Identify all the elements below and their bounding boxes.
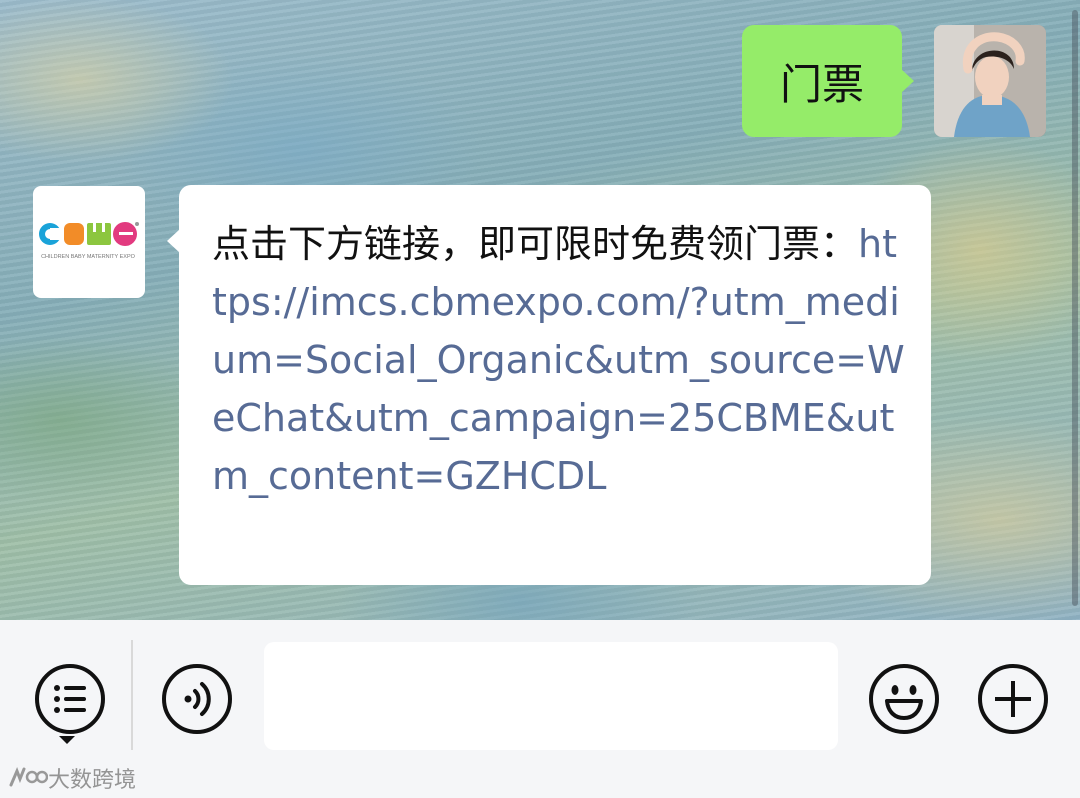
- user-avatar[interactable]: [934, 25, 1046, 137]
- outgoing-message-text: 门票: [779, 59, 864, 109]
- plus-icon[interactable]: [978, 664, 1048, 734]
- menu-caret-icon: [59, 736, 75, 744]
- cbme-logo-icon: CHILDREN BABY MATERNITY EXPO: [39, 222, 139, 260]
- voice-icon[interactable]: [162, 664, 232, 734]
- emoji-icon[interactable]: [869, 664, 939, 734]
- message-input[interactable]: [264, 642, 838, 750]
- watermark-text: 大数跨境: [48, 768, 137, 793]
- chat-scrollbar[interactable]: [1072, 10, 1078, 606]
- menu-list-glyph: [54, 685, 86, 713]
- menu-divider: [131, 640, 133, 750]
- menu-icon[interactable]: [35, 664, 105, 734]
- outgoing-message-bubble[interactable]: 门票: [742, 25, 914, 137]
- plus-glyph: [995, 681, 1031, 717]
- input-bar: 大数跨境: [0, 620, 1080, 798]
- voice-wave-glyph: [184, 682, 211, 716]
- user-photo-icon: [934, 25, 1046, 137]
- chat-background: 门票 CHILDREN BABY MATERNITY EXPO 点击下方链接，即…: [0, 0, 1080, 620]
- cbme-logo-subtext: CHILDREN BABY MATERNITY EXPO: [41, 254, 136, 260]
- incoming-message-text: 点击下方链接，即可限时免费领门票：: [212, 222, 859, 266]
- smile-face-glyph: [885, 685, 923, 720]
- watermark: 大数跨境: [8, 762, 136, 794]
- cbme-avatar[interactable]: CHILDREN BABY MATERNITY EXPO: [33, 186, 145, 298]
- watermark-logo-icon: [9, 766, 48, 787]
- incoming-message-bubble[interactable]: 点击下方链接，即可限时免费领门票：https://imcs.cbmexpo.co…: [167, 185, 931, 585]
